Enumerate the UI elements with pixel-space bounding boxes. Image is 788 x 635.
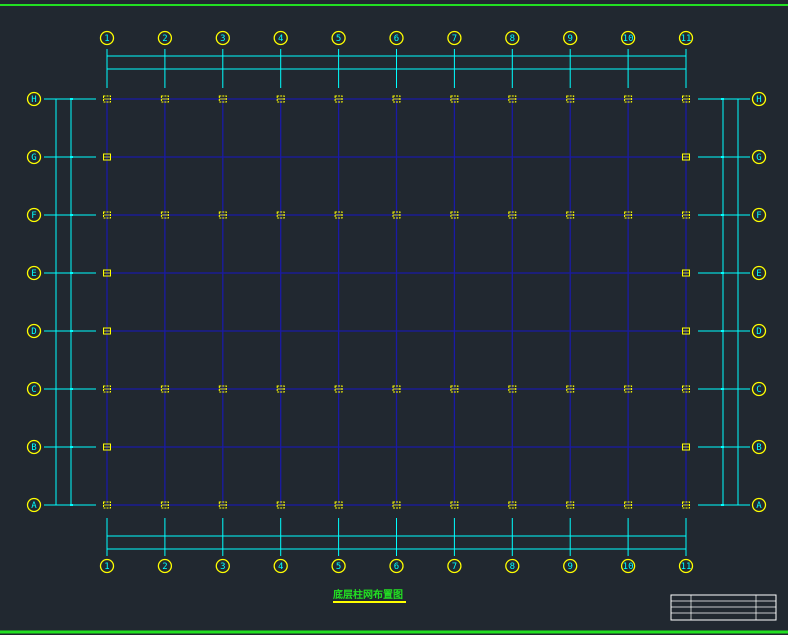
axis-bubble-left-D-label: D xyxy=(31,327,36,337)
title-block-table xyxy=(670,594,777,621)
axis-bubble-right-G: G xyxy=(751,149,767,165)
axis-bubble-top-1: 1 xyxy=(99,30,115,46)
axis-bubble-top-3-label: 3 xyxy=(220,34,225,44)
axis-bubble-top-10: 10 xyxy=(620,30,636,46)
dim-left-mark-B xyxy=(70,446,73,448)
axis-bubble-right-E-label: E xyxy=(756,269,761,279)
axis-bubble-right-A-label: A xyxy=(756,501,762,511)
axis-bubble-bottom-10-label: 10 xyxy=(623,562,634,572)
dim-right-mark-C xyxy=(721,388,724,390)
axis-bubble-bottom-2: 2 xyxy=(157,558,173,574)
axis-bubble-right-C: C xyxy=(751,381,767,397)
axis-bubble-bottom-4: 4 xyxy=(273,558,288,574)
axis-bubble-right-H: H xyxy=(751,91,767,107)
axis-bubble-top-9: 9 xyxy=(563,30,578,46)
axis-bubble-right-B: B xyxy=(751,439,767,455)
drawing-canvas[interactable]: 11223344556677889910101111H HG GF FE ED DC CB B… xyxy=(0,0,788,635)
dim-left-mark-H xyxy=(70,98,73,100)
axis-bubble-top-3: 3 xyxy=(215,30,230,46)
axis-bubble-bottom-8: 8 xyxy=(505,558,520,574)
axis-bubble-left-B-label: B xyxy=(31,443,36,453)
axis-bubble-top-10-label: 10 xyxy=(623,34,634,44)
dim-left-mark-A xyxy=(70,504,73,506)
axis-bubble-bottom-7: 7 xyxy=(447,558,462,574)
axis-bubble-top-8-label: 8 xyxy=(510,34,515,44)
axis-bubble-bottom-8-label: 8 xyxy=(510,562,515,572)
axis-bubble-top-11: 11 xyxy=(678,30,694,46)
axis-bubble-left-G: G xyxy=(26,149,42,165)
axis-bubble-top-9-label: 9 xyxy=(567,34,572,44)
axis-bubble-top-4-label: 4 xyxy=(278,34,283,44)
axis-bubble-left-B: B xyxy=(26,439,42,455)
dim-right-mark-H xyxy=(721,98,724,100)
axis-bubble-bottom-11-label: 11 xyxy=(681,562,692,572)
axis-bubble-right-H-label: H xyxy=(756,95,761,105)
dim-right-mark-D xyxy=(721,330,724,332)
axis-bubble-top-6-label: 6 xyxy=(394,34,399,44)
axis-bubble-top-5-label: 5 xyxy=(336,34,341,44)
axis-bubble-top-7: 7 xyxy=(447,30,462,46)
axis-bubble-left-C: C xyxy=(26,381,42,397)
axis-bubble-left-A-label: A xyxy=(31,501,37,511)
dim-left-mark-E xyxy=(70,272,73,274)
axis-bubble-left-H: H xyxy=(26,91,42,107)
axis-bubble-left-F-label: F xyxy=(31,211,36,221)
axis-bubble-left-F: F xyxy=(26,207,42,223)
axis-bubble-right-C-label: C xyxy=(756,385,761,395)
axis-bubble-bottom-4-label: 4 xyxy=(278,562,283,572)
axis-bubble-bottom-11: 11 xyxy=(678,558,694,574)
axis-bubble-left-A: A xyxy=(26,497,42,513)
dim-right-mark-B xyxy=(721,446,724,448)
dim-left-mark-F xyxy=(70,214,73,216)
dim-right-mark-A xyxy=(721,504,724,506)
axis-bubble-top-7-label: 7 xyxy=(452,34,457,44)
dim-left-mark-C xyxy=(70,388,73,390)
dim-right-mark-F xyxy=(721,214,724,216)
axis-bubble-right-F-label: F xyxy=(756,211,761,221)
dim-right-mark-G xyxy=(721,156,724,158)
axis-bubble-left-D: D xyxy=(26,323,42,339)
axis-bubble-right-F: F xyxy=(751,207,767,223)
axis-bubble-left-E-label: E xyxy=(31,269,36,279)
axis-bubble-left-G-label: G xyxy=(31,153,36,163)
axis-bubble-bottom-7-label: 7 xyxy=(452,562,457,572)
axis-bubble-bottom-9-label: 9 xyxy=(567,562,572,572)
axis-bubble-bottom-9: 9 xyxy=(563,558,578,574)
axis-bubble-bottom-5-label: 5 xyxy=(336,562,341,572)
axis-bubble-bottom-5: 5 xyxy=(331,558,346,574)
axis-bubble-top-1-label: 1 xyxy=(104,34,109,44)
axis-bubble-right-E: E xyxy=(751,265,767,281)
axis-bubble-left-E: E xyxy=(26,265,42,281)
dim-left-mark-D xyxy=(70,330,73,332)
axis-bubble-right-A: A xyxy=(751,497,767,513)
axis-bubble-bottom-1-label: 1 xyxy=(104,562,109,572)
axis-bubble-top-5: 5 xyxy=(331,30,346,46)
axis-bubble-bottom-10: 10 xyxy=(620,558,636,574)
axis-bubble-bottom-6-label: 6 xyxy=(394,562,399,572)
drawing-title: 底层柱网布置图 xyxy=(333,588,403,601)
axis-bubble-bottom-3: 3 xyxy=(215,558,230,574)
axis-bubble-bottom-6: 6 xyxy=(389,558,404,574)
axis-bubble-top-6: 6 xyxy=(389,30,404,46)
axis-bubble-left-H-label: H xyxy=(31,95,36,105)
axis-bubble-left-C-label: C xyxy=(31,385,36,395)
axis-bubble-bottom-3-label: 3 xyxy=(220,562,225,572)
axis-bubble-top-11-label: 11 xyxy=(681,34,692,44)
axis-bubble-bottom-2-label: 2 xyxy=(162,562,167,572)
drawing-title-group: 底层柱网布置图 xyxy=(333,588,406,603)
axis-bubble-top-8: 8 xyxy=(505,30,520,46)
axis-bubble-top-2-label: 2 xyxy=(162,34,167,44)
axis-bubble-right-D: D xyxy=(751,323,767,339)
axis-bubble-right-D-label: D xyxy=(756,327,761,337)
axis-bubble-bottom-1: 1 xyxy=(99,558,115,574)
axis-bubble-right-B-label: B xyxy=(756,443,761,453)
axis-bubble-right-G-label: G xyxy=(756,153,761,163)
axis-grid xyxy=(106,98,687,506)
axis-bubble-top-2: 2 xyxy=(157,30,173,46)
title-block-border xyxy=(670,594,777,621)
dim-right-mark-E xyxy=(721,272,724,274)
axis-bubble-top-4: 4 xyxy=(273,30,288,46)
dim-left-mark-G xyxy=(70,156,73,158)
